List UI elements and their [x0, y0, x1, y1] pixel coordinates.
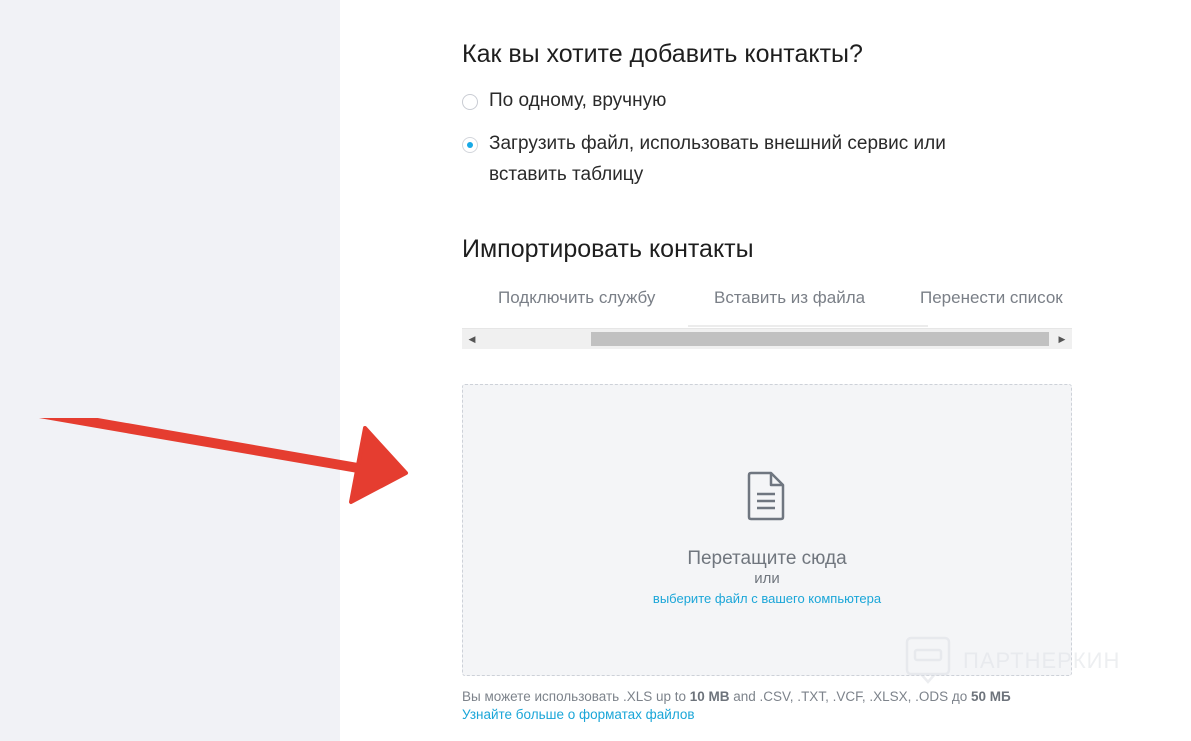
file-dropzone[interactable]: Перетащите сюда или выберите файл с ваше… [462, 384, 1072, 676]
tabs-scrollbar[interactable]: ◀ ▶ [462, 328, 1072, 349]
option-manual[interactable]: По одному, вручную [462, 90, 666, 116]
tab-paste-from-file[interactable]: Вставить из файла [714, 288, 865, 308]
radio-manual[interactable] [462, 94, 478, 110]
tab-transfer-list[interactable]: Перенести список [920, 288, 1063, 308]
choose-file-link[interactable]: выберите файл с вашего компьютера [463, 591, 1071, 606]
hint-middle: and .CSV, .TXT, .VCF, .XLSX, .ODS до [729, 689, 971, 704]
watermark-text: ПАРТНЕРКИН [963, 648, 1121, 673]
file-format-hint: Вы можете использовать .XLS up to 10 MB … [462, 689, 1011, 704]
document-icon [747, 471, 785, 521]
hint-prefix: Вы можете использовать .XLS up to [462, 689, 690, 704]
scroll-right-icon[interactable]: ▶ [1054, 329, 1070, 349]
tab-underline [688, 325, 928, 327]
red-arrow-annotation [38, 418, 408, 504]
dropzone-title: Перетащите сюда [687, 548, 847, 569]
dropzone-or: или [754, 570, 780, 587]
import-tabs: Подключить службу Вставить из файла Пере… [462, 278, 1072, 328]
scrollbar-thumb[interactable] [591, 332, 1049, 346]
add-method-title: Как вы хотите добавить контакты? [462, 40, 863, 68]
scroll-left-icon[interactable]: ◀ [464, 329, 480, 349]
partnerkin-logo-icon [905, 636, 951, 684]
watermark: ПАРТНЕРКИН [905, 636, 1120, 686]
hint-size-xls: 10 MB [689, 689, 730, 704]
option-manual-label: По одному, вручную [489, 90, 667, 111]
option-upload-label: Загрузить файл, использовать внешний сер… [489, 133, 946, 185]
hint-size-other: 50 МБ [971, 689, 1011, 704]
import-contacts-title: Импортировать контакты [462, 235, 754, 263]
tab-connect-service[interactable]: Подключить службу [498, 288, 655, 308]
radio-upload[interactable] [462, 137, 478, 153]
option-upload[interactable]: Загрузить файл, использовать внешний сер… [462, 133, 1002, 190]
file-formats-link[interactable]: Узнайте больше о форматах файлов [462, 707, 695, 722]
left-sidebar-background [0, 0, 340, 741]
